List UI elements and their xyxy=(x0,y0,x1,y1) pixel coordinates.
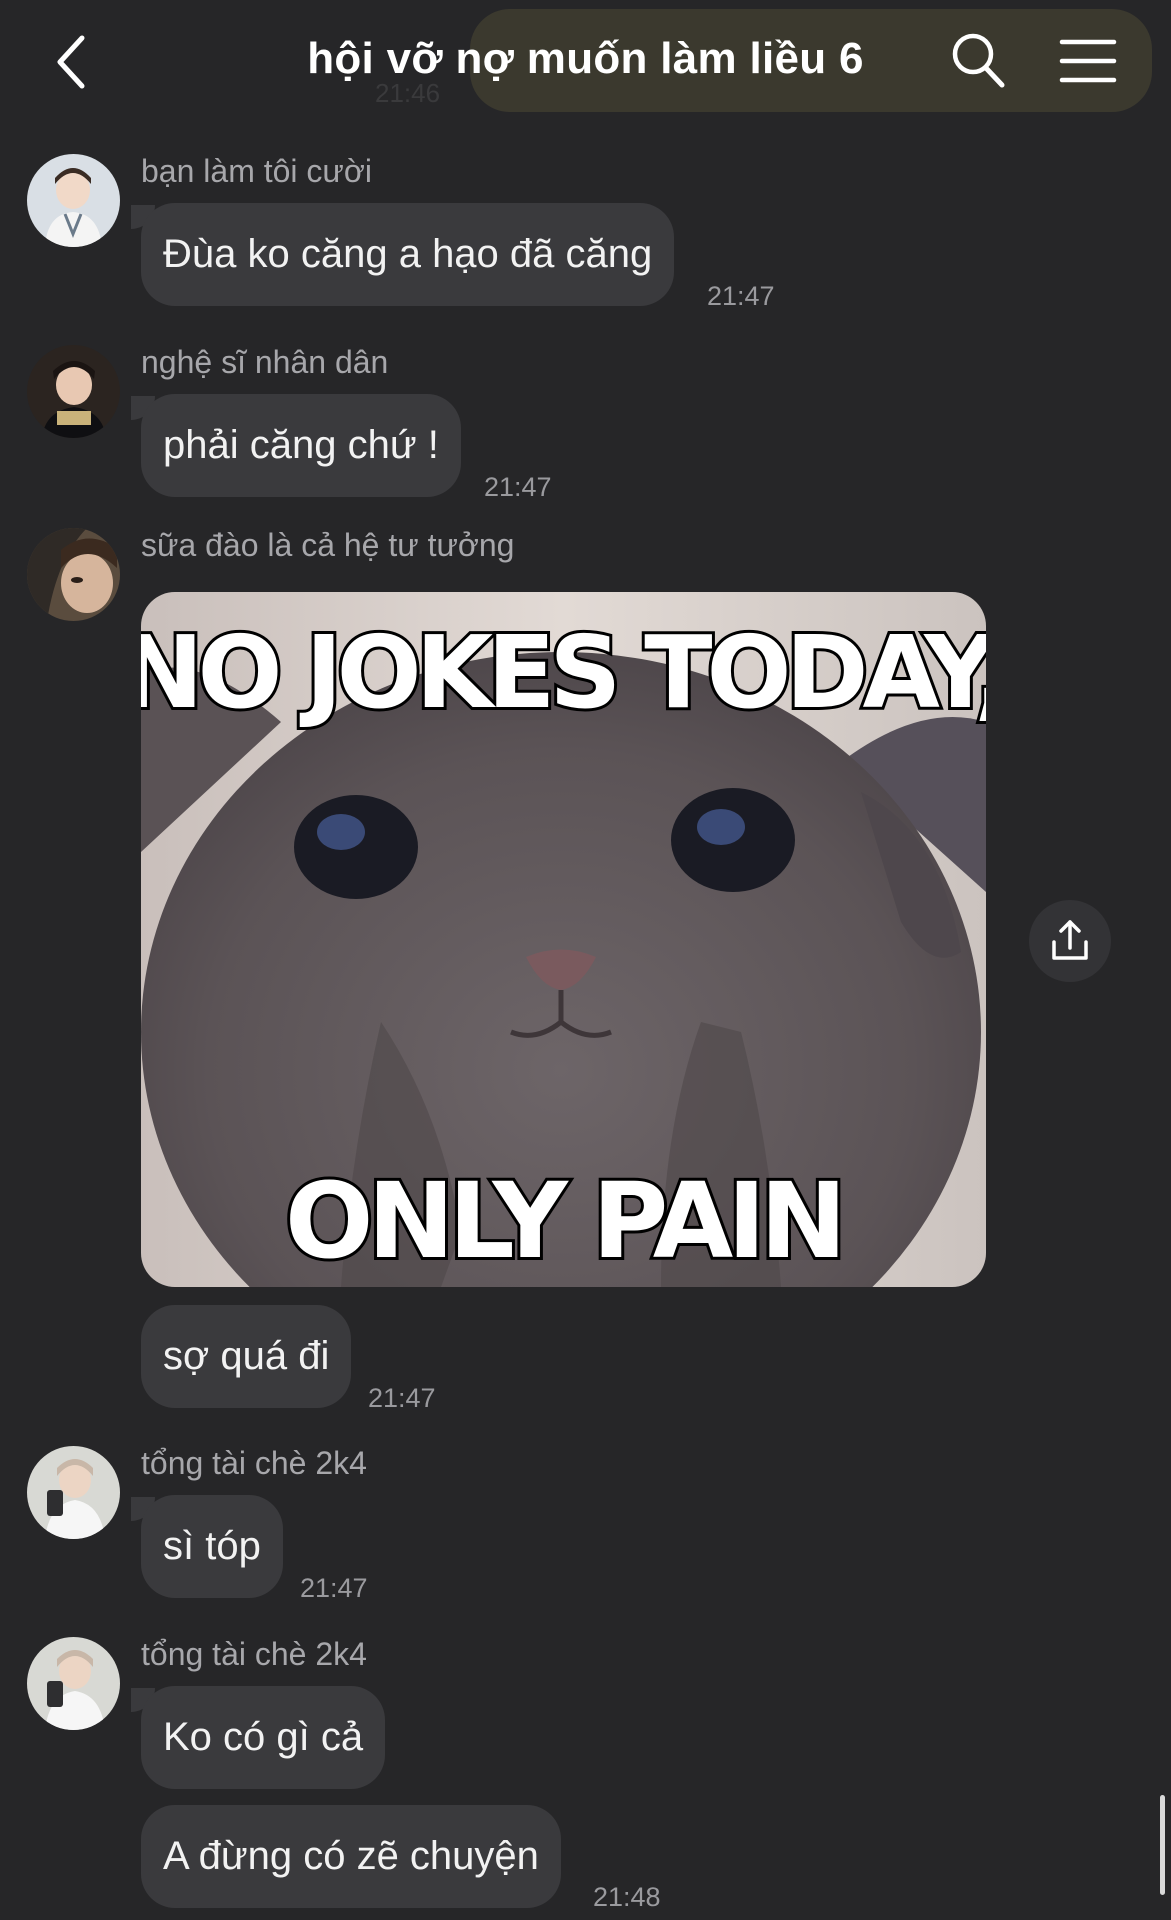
avatar[interactable] xyxy=(27,1446,120,1539)
scrollbar[interactable] xyxy=(1160,1795,1165,1895)
message-time: 21:48 xyxy=(593,1882,661,1912)
sender-name: sữa đào là cả hệ tư tưởng xyxy=(141,527,515,563)
share-button[interactable] xyxy=(1029,900,1111,982)
message-time: 21:47 xyxy=(300,1573,368,1603)
message-bubble[interactable]: A đừng có zẽ chuyện xyxy=(141,1805,561,1908)
sender-name: tổng tài chè 2k4 xyxy=(141,1636,367,1672)
avatar-image xyxy=(27,1446,120,1539)
meme-bottom-text: ONLY PAIN xyxy=(285,1160,841,1282)
message-bubble[interactable]: Đùa ko căng a hạo đã căng xyxy=(141,203,675,306)
message-bubble[interactable]: Ko có gì cả xyxy=(141,1686,386,1789)
avatar-image xyxy=(27,1637,120,1730)
message-bubble[interactable]: sợ quá đi xyxy=(141,1305,352,1408)
meme-top-text: NO JOKES TODAY, xyxy=(141,614,986,731)
message-time: 21:47 xyxy=(368,1383,436,1413)
avatar[interactable] xyxy=(27,345,120,438)
share-icon xyxy=(1052,920,1088,960)
avatar-image xyxy=(27,154,120,247)
avatar[interactable] xyxy=(27,528,120,621)
avatar[interactable] xyxy=(27,1637,120,1730)
crying-cat-meme-icon: NO JOKES TODAY, ONLY PAIN xyxy=(141,592,986,1287)
hamburger-menu-icon[interactable] xyxy=(1058,36,1118,86)
sender-name: bạn làm tôi cười xyxy=(141,153,372,189)
message-bubble[interactable]: sì tóp xyxy=(141,1495,283,1598)
message-time: 21:47 xyxy=(484,472,552,502)
avatar[interactable] xyxy=(27,154,120,247)
meme-image[interactable]: NO JOKES TODAY, ONLY PAIN xyxy=(141,592,986,1287)
chat-header: 21:46 hội vỡ nợ muốn làm liều 6 xyxy=(0,0,1171,125)
avatar-image xyxy=(27,528,120,621)
message-time: 21:47 xyxy=(707,281,775,311)
message-bubble[interactable]: phải căng chứ ! xyxy=(141,394,461,497)
sender-name: tổng tài chè 2k4 xyxy=(141,1445,367,1481)
search-icon[interactable] xyxy=(950,30,1006,90)
avatar-image xyxy=(27,345,120,438)
sender-name: nghệ sĩ nhân dân xyxy=(141,344,389,380)
